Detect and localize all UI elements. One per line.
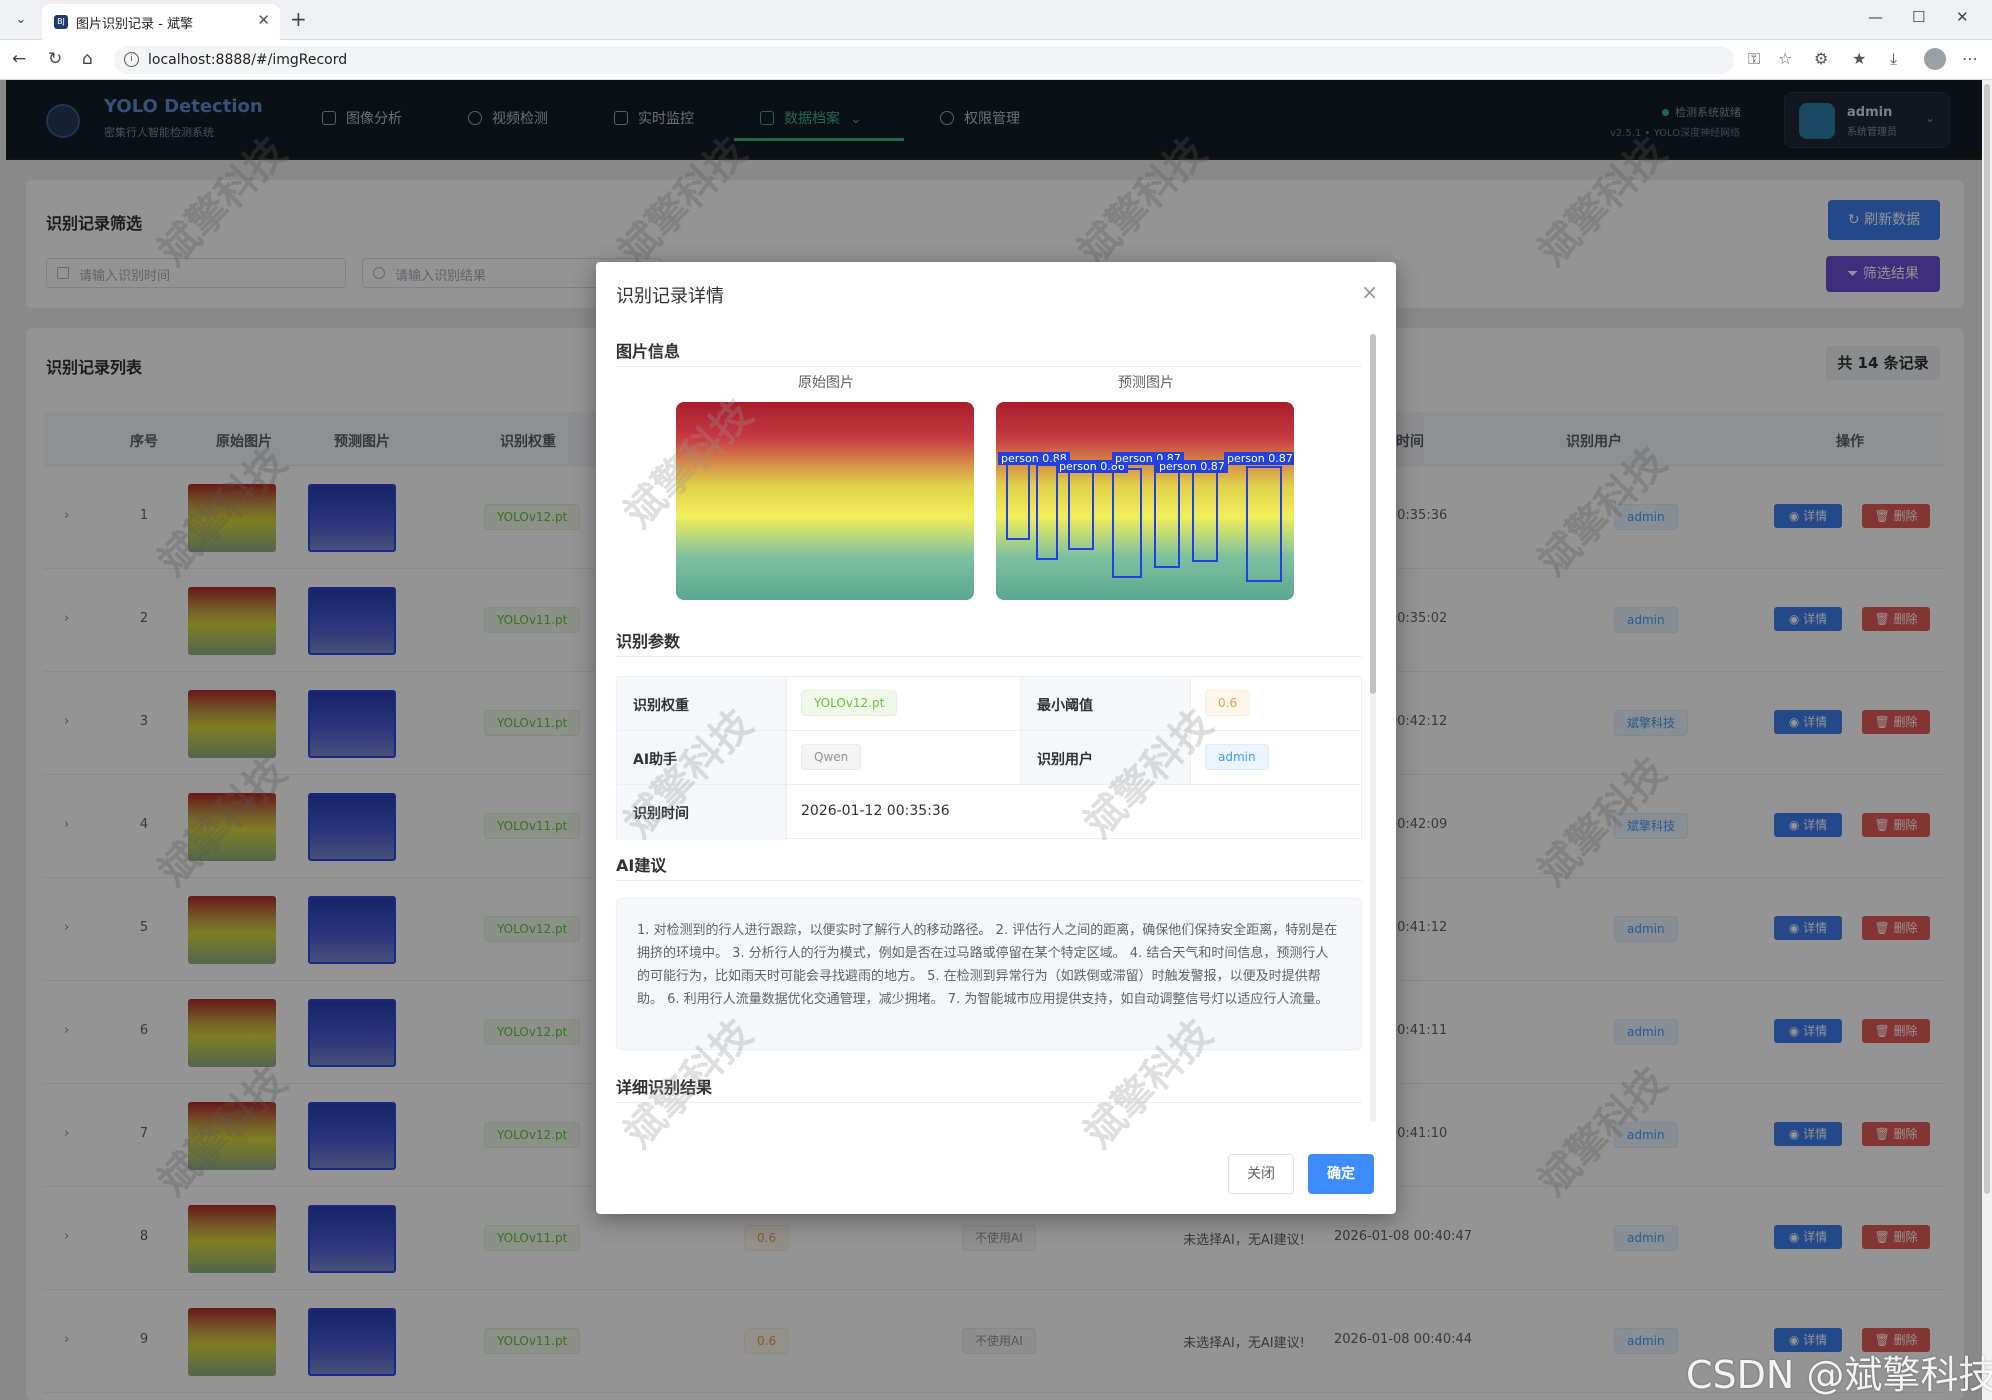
new-tab-icon[interactable]: + bbox=[290, 7, 307, 31]
star-icon[interactable]: ☆ bbox=[1778, 49, 1792, 68]
detection-label: person 0.87 bbox=[1224, 452, 1294, 465]
url-field[interactable]: i localhost:8888/#/imgRecord bbox=[114, 46, 1734, 74]
detection-box bbox=[1068, 466, 1094, 550]
site-info-icon[interactable]: i bbox=[124, 52, 139, 67]
conf-tag: 0.6 bbox=[1205, 690, 1251, 716]
minimize-icon[interactable]: — bbox=[1868, 8, 1883, 26]
user-value-cell: admin bbox=[1191, 731, 1362, 785]
url-text: localhost:8888/#/imgRecord bbox=[148, 52, 348, 68]
time-value: 2026-01-12 00:35:36 bbox=[801, 803, 950, 819]
divider bbox=[616, 880, 1362, 881]
record-detail-dialog: 识别记录详情 × 图片信息 原始图片 预测图片 person 0.88 pers… bbox=[596, 262, 1396, 1214]
params-table: 识别权重 YOLOv12.pt 最小阈值 0.6 AI助手 Qwen 识别用户 … bbox=[616, 676, 1362, 840]
page-scrollbar-thumb[interactable] bbox=[1984, 84, 1990, 1194]
user-label: 识别用户 bbox=[1021, 731, 1191, 785]
original-image[interactable] bbox=[676, 402, 974, 600]
key-icon[interactable]: ⚿ bbox=[1748, 49, 1760, 69]
favorites-icon[interactable]: ★ bbox=[1852, 49, 1866, 68]
back-icon[interactable]: ← bbox=[12, 49, 26, 69]
download-icon[interactable]: ⤓ bbox=[1890, 49, 1897, 69]
detail-result-title: 详细识别结果 bbox=[616, 1078, 713, 1097]
params-title: 识别参数 bbox=[616, 632, 681, 651]
detection-box bbox=[1192, 468, 1218, 562]
favicon: BJ bbox=[54, 15, 68, 29]
weight-value-cell: YOLOv12.pt bbox=[787, 677, 1021, 731]
ai-suggestion-title: AI建议 bbox=[616, 856, 667, 875]
confirm-button[interactable]: 确定 bbox=[1308, 1154, 1374, 1194]
browser-tabbar: ⌄ BJ 图片识别记录 - 斌擎 ✕ + — ☐ ✕ bbox=[0, 0, 1992, 40]
ai-tag: Qwen bbox=[801, 744, 862, 770]
csdn-watermark: CSDN @斌擎科技 bbox=[1686, 1353, 1992, 1397]
divider bbox=[616, 366, 1362, 367]
detection-box bbox=[1006, 462, 1030, 540]
extensions-icon[interactable]: ⚙ bbox=[1814, 49, 1828, 68]
time-label: 识别时间 bbox=[617, 785, 787, 840]
detection-box bbox=[1154, 464, 1180, 568]
maximize-icon[interactable]: ☐ bbox=[1912, 8, 1925, 26]
home-icon[interactable]: ⌂ bbox=[82, 49, 93, 69]
profile-avatar-icon[interactable] bbox=[1924, 48, 1946, 70]
image-info-title: 图片信息 bbox=[616, 342, 681, 361]
reload-icon[interactable]: ↻ bbox=[48, 49, 62, 69]
address-bar: ← ↻ ⌂ i localhost:8888/#/imgRecord ⚿ ☆ ⚙… bbox=[0, 40, 1992, 80]
weight-label: 识别权重 bbox=[617, 677, 787, 731]
more-icon[interactable]: ⋯ bbox=[1962, 49, 1978, 68]
browser-tab[interactable]: BJ 图片识别记录 - 斌擎 ✕ bbox=[42, 4, 280, 40]
divider bbox=[616, 656, 1362, 657]
detection-box bbox=[1246, 466, 1282, 582]
ai-label: AI助手 bbox=[617, 731, 787, 785]
dialog-body[interactable]: 图片信息 原始图片 预测图片 person 0.88 person 0.86 p… bbox=[616, 332, 1362, 1110]
dialog-title: 识别记录详情 bbox=[616, 286, 724, 307]
predicted-image-label: 预测图片 bbox=[1118, 375, 1174, 391]
tab-close-icon[interactable]: ✕ bbox=[257, 11, 270, 29]
conf-value-cell: 0.6 bbox=[1191, 677, 1362, 731]
divider bbox=[616, 1102, 1362, 1103]
detection-box bbox=[1112, 468, 1142, 578]
tab-title: 图片识别记录 - 斌擎 bbox=[76, 17, 193, 32]
original-image-label: 原始图片 bbox=[798, 375, 854, 391]
detection-box bbox=[1036, 464, 1058, 560]
user-tag: admin bbox=[1205, 744, 1269, 770]
window-close-icon[interactable]: ✕ bbox=[1956, 8, 1969, 26]
dialog-scrollbar-thumb[interactable] bbox=[1370, 334, 1376, 694]
close-icon[interactable]: × bbox=[1361, 280, 1378, 304]
predicted-image[interactable]: person 0.88 person 0.86 person 0.87 pers… bbox=[996, 402, 1294, 600]
conf-label: 最小阈值 bbox=[1021, 677, 1191, 731]
detection-label: person 0.87 bbox=[1156, 460, 1228, 473]
close-button[interactable]: 关闭 bbox=[1228, 1154, 1294, 1194]
weight-tag: YOLOv12.pt bbox=[801, 690, 898, 716]
tab-list-icon[interactable]: ⌄ bbox=[8, 8, 34, 32]
ai-suggestion-text: 1. 对检测到的行人进行跟踪，以便实时了解行人的移动路径。 2. 评估行人之间的… bbox=[616, 898, 1362, 1050]
ai-value-cell: Qwen bbox=[787, 731, 1021, 785]
